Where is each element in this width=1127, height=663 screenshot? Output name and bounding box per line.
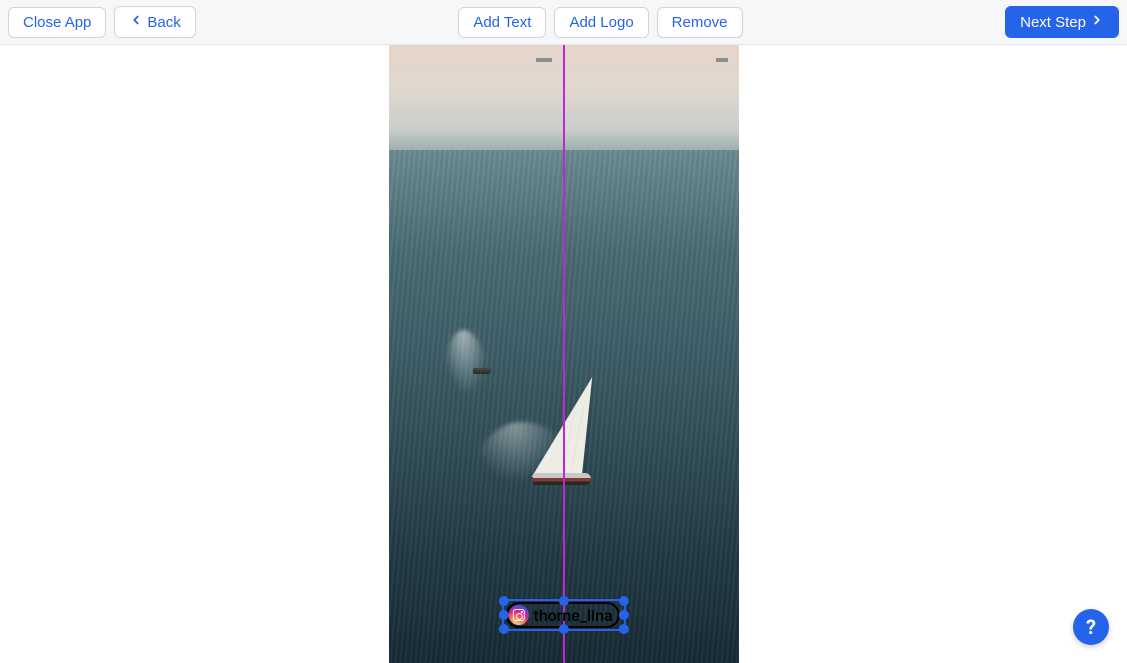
- add-text-label: Add Text: [473, 14, 531, 31]
- next-step-button[interactable]: Next Step: [1005, 6, 1119, 38]
- overlay-username: thorne_lina: [533, 606, 612, 625]
- toolbar-center-group: Add Text Add Logo Remove: [458, 7, 742, 38]
- toolbar-left-group: Close App Back: [8, 6, 196, 38]
- sail: [531, 377, 592, 477]
- editor-canvas[interactable]: thorne_lina: [389, 45, 739, 663]
- back-label: Back: [147, 14, 180, 31]
- boat-wake: [438, 328, 494, 402]
- resize-handle-top-center[interactable]: [559, 596, 569, 606]
- resize-handle-bottom-left[interactable]: [498, 624, 508, 634]
- resize-handle-bottom-center[interactable]: [559, 624, 569, 634]
- distant-ship: [716, 58, 728, 62]
- sailboat: [501, 365, 601, 495]
- resize-handle-top-left[interactable]: [498, 596, 508, 606]
- help-icon: ?: [1086, 615, 1096, 639]
- back-button[interactable]: Back: [114, 6, 195, 38]
- chevron-right-icon: [1090, 13, 1104, 31]
- toolbar-right-group: Next Step: [1005, 6, 1119, 38]
- chevron-left-icon: [129, 13, 143, 31]
- resize-handle-middle-left[interactable]: [498, 610, 508, 620]
- remove-label: Remove: [672, 14, 728, 31]
- selected-overlay[interactable]: thorne_lina: [501, 599, 625, 631]
- help-button[interactable]: ?: [1073, 609, 1109, 645]
- close-app-label: Close App: [23, 14, 91, 31]
- add-logo-button[interactable]: Add Logo: [554, 7, 648, 38]
- add-logo-label: Add Logo: [569, 14, 633, 31]
- resize-handle-middle-right[interactable]: [619, 610, 629, 620]
- instagram-icon: [508, 605, 528, 625]
- remove-button[interactable]: Remove: [657, 7, 743, 38]
- overlay-selection-box[interactable]: thorne_lina: [501, 599, 625, 631]
- vertical-center-guide: [563, 45, 565, 663]
- distant-ship: [536, 58, 552, 62]
- small-boat: [473, 368, 491, 374]
- canvas-area: thorne_lina: [0, 45, 1127, 663]
- close-app-button[interactable]: Close App: [8, 7, 106, 38]
- add-text-button[interactable]: Add Text: [458, 7, 546, 38]
- top-toolbar: Close App Back Add Text Add Logo Remove …: [0, 0, 1127, 45]
- hull: [533, 473, 591, 485]
- next-step-label: Next Step: [1020, 14, 1086, 31]
